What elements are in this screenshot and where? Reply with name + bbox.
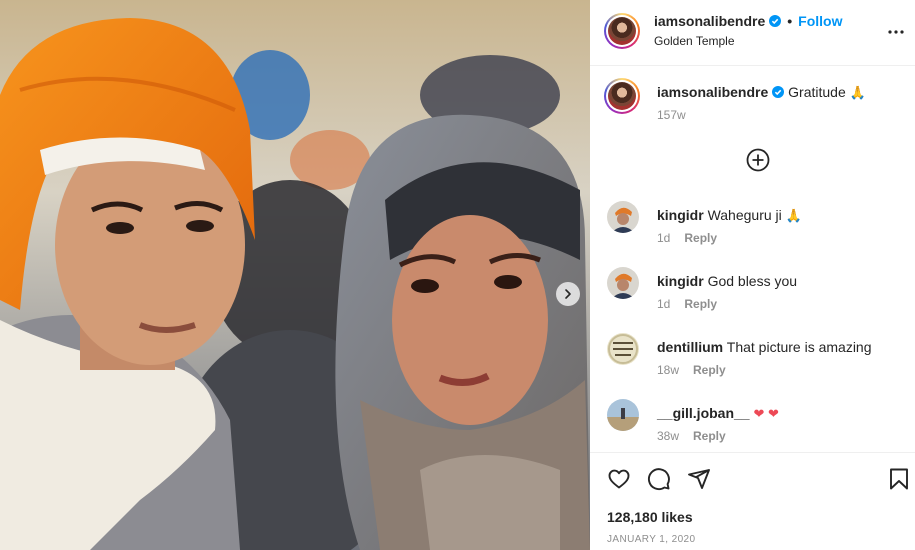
author-avatar[interactable]: [604, 13, 640, 49]
post-actions: 128,180 likes JANUARY 1, 2020: [590, 452, 915, 550]
caption-time[interactable]: 157w: [657, 108, 686, 122]
comment-item: dentillium That picture is amazing 18w Re…: [590, 333, 915, 385]
post-side-panel: iamsonalibendre • Follow Golden Temple iam…: [590, 0, 915, 550]
comment-item: kingidr God bless you 1d Reply: [590, 267, 915, 319]
follow-button[interactable]: Follow: [798, 13, 842, 29]
post-date[interactable]: JANUARY 1, 2020: [607, 534, 695, 545]
comment-emoji: 🙏: [785, 208, 802, 223]
comment-icon[interactable]: [647, 467, 671, 491]
comment-username[interactable]: kingidr: [657, 273, 704, 289]
heart-emoji: ❤ ❤: [753, 406, 779, 421]
comment-text: God bless you: [707, 273, 798, 289]
commenter-avatar[interactable]: [607, 267, 639, 299]
author-line: iamsonalibendre • Follow: [654, 13, 843, 29]
landscape-avatar-icon: [607, 399, 639, 431]
post-photo-illustration: [0, 0, 590, 550]
likes-count[interactable]: 128,180 likes: [607, 509, 693, 525]
sign-avatar-icon: [607, 333, 639, 365]
separator-dot: •: [787, 13, 793, 29]
caption-line: iamsonalibendre Gratitude 🙏: [657, 84, 866, 101]
commenter-avatar[interactable]: [607, 333, 639, 365]
comment-text-line: kingidr Waheguru ji 🙏: [657, 207, 802, 224]
share-icon[interactable]: [687, 467, 711, 491]
turban-avatar-icon: [607, 267, 639, 299]
comment-time[interactable]: 38w: [657, 429, 679, 443]
comment-text-line: dentillium That picture is amazing: [657, 339, 872, 355]
comment-item: __gill.joban__ ❤ ❤ 38w Reply: [590, 399, 915, 451]
next-photo-button[interactable]: [556, 282, 580, 306]
comment-text-line: kingidr God bless you: [657, 273, 797, 289]
verified-icon: [769, 15, 782, 27]
reply-button[interactable]: Reply: [684, 231, 717, 245]
comment-meta: 18w Reply: [657, 363, 726, 377]
heart-icon[interactable]: [607, 467, 631, 491]
post-photo[interactable]: [0, 0, 590, 550]
verified-icon: [772, 86, 785, 98]
author-username[interactable]: iamsonalibendre: [654, 13, 765, 29]
comment-text-line: __gill.joban__ ❤ ❤: [657, 405, 779, 422]
comment-username[interactable]: dentillium: [657, 339, 723, 355]
caption-avatar[interactable]: [604, 78, 640, 114]
comment-username[interactable]: __gill.joban__: [657, 405, 750, 421]
post-location[interactable]: Golden Temple: [654, 34, 735, 48]
reply-button[interactable]: Reply: [684, 297, 717, 311]
comment-text: That picture is amazing: [726, 339, 872, 355]
comment-time[interactable]: 1d: [657, 297, 670, 311]
comment-item: kingidr Waheguru ji 🙏 1d Reply: [590, 201, 915, 253]
more-icon[interactable]: [887, 23, 905, 41]
post-header: iamsonalibendre • Follow Golden Temple: [590, 0, 915, 66]
comment-username[interactable]: kingidr: [657, 207, 704, 223]
commenter-avatar[interactable]: [607, 399, 639, 431]
turban-avatar-icon: [607, 201, 639, 233]
comment-time[interactable]: 1d: [657, 231, 670, 245]
reply-button[interactable]: Reply: [693, 429, 726, 443]
commenter-avatar[interactable]: [607, 201, 639, 233]
comment-meta: 1d Reply: [657, 297, 717, 311]
comment-text: Waheguru ji: [707, 207, 782, 223]
bookmark-icon[interactable]: [887, 467, 911, 491]
chevron-right-icon: [565, 289, 571, 299]
comment-time[interactable]: 18w: [657, 363, 679, 377]
reply-button[interactable]: Reply: [693, 363, 726, 377]
comment-meta: 1d Reply: [657, 231, 717, 245]
caption-text: Gratitude: [788, 84, 846, 100]
caption-username[interactable]: iamsonalibendre: [657, 84, 768, 100]
add-comment-icon[interactable]: [746, 148, 770, 172]
caption-emoji: 🙏: [849, 85, 866, 100]
comment-meta: 38w Reply: [657, 429, 726, 443]
